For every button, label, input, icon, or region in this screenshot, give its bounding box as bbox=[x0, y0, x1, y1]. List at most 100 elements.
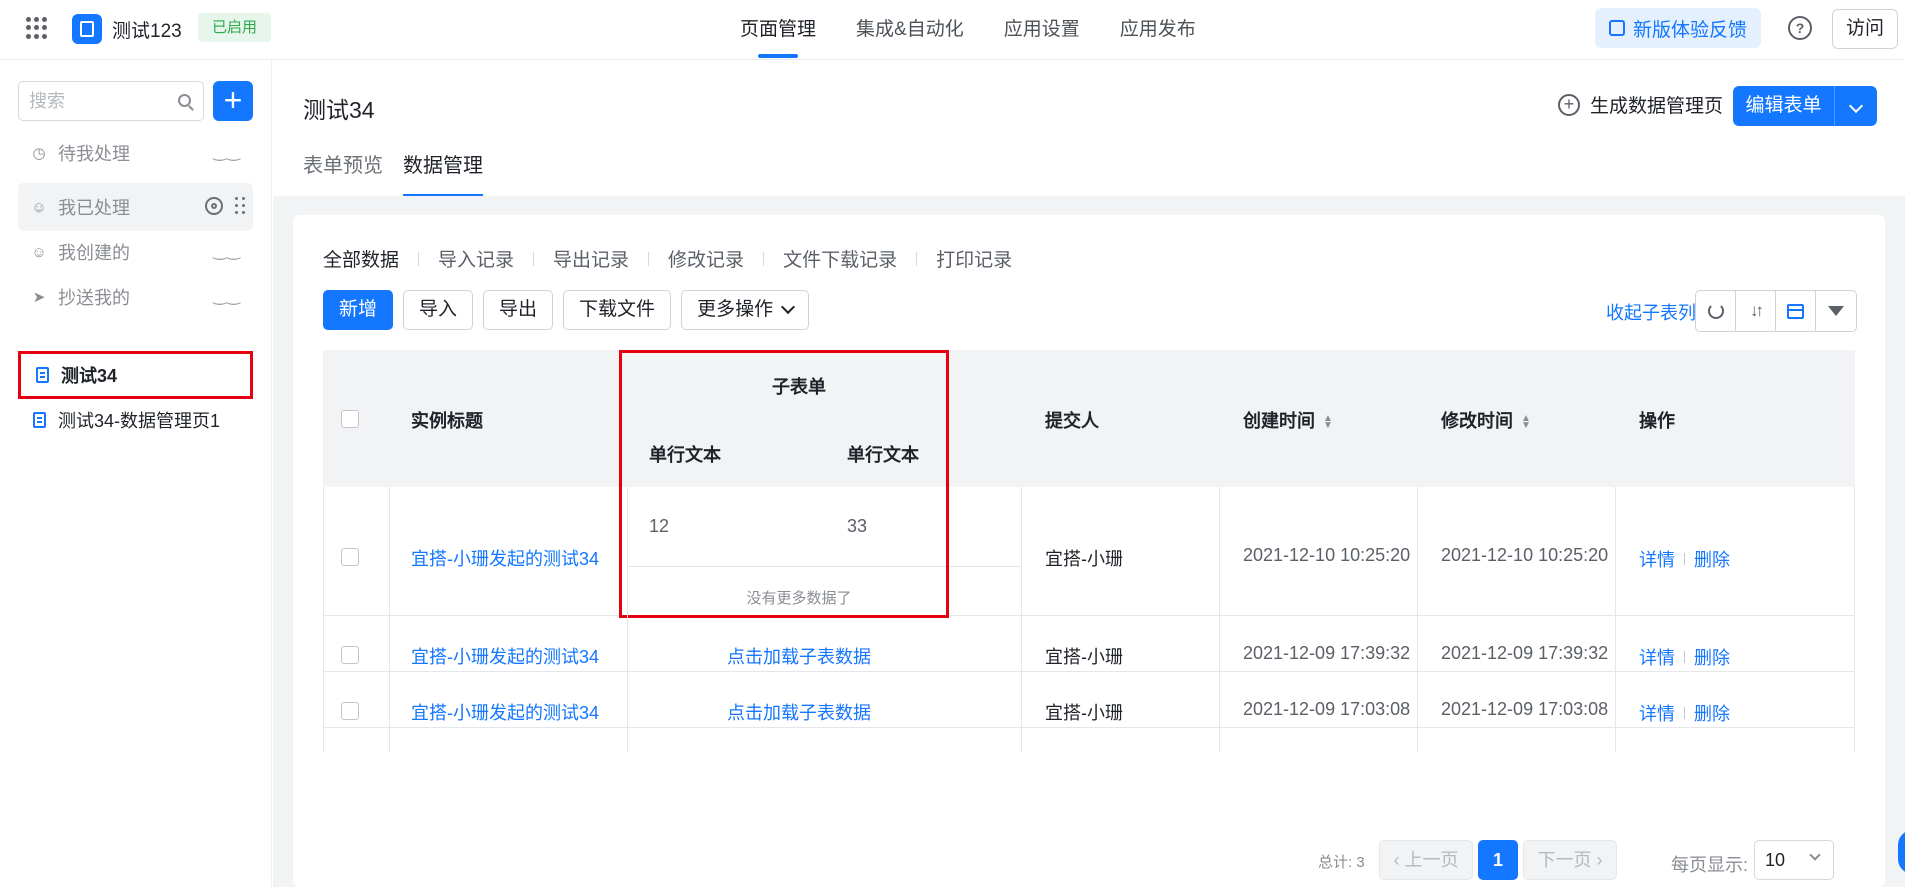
sidebar-item-cc[interactable]: ➤ 抄送我的 ‿‿ bbox=[18, 273, 253, 321]
load-subform-link[interactable]: 点击加载子表数据 bbox=[727, 643, 871, 669]
divider bbox=[1684, 651, 1685, 663]
divider bbox=[533, 251, 535, 266]
top-bar: 测试123 已启用 页面管理 集成&自动化 应用设置 应用发布 新版体验反馈 ?… bbox=[0, 0, 1905, 60]
chevron-down-icon bbox=[781, 299, 796, 315]
subtab-import-records[interactable]: 导入记录 bbox=[438, 245, 514, 272]
edit-form-dropdown[interactable] bbox=[1835, 95, 1877, 117]
row-title-link[interactable]: 宜搭-小珊发起的测试34 bbox=[411, 545, 599, 571]
refresh-icon bbox=[1707, 303, 1724, 319]
filter-button[interactable] bbox=[1816, 291, 1856, 331]
subtab-export-records[interactable]: 导出记录 bbox=[553, 245, 629, 272]
more-actions-button[interactable]: 更多操作 bbox=[681, 290, 810, 330]
divider bbox=[648, 251, 650, 266]
refresh-button[interactable] bbox=[1696, 291, 1736, 331]
sidebar-item-done[interactable]: ☺ 我已处理 bbox=[18, 183, 253, 231]
collapse-subform-columns-link[interactable]: 收起子表列 bbox=[1606, 299, 1696, 325]
sidebar-search-input[interactable] bbox=[19, 82, 169, 120]
divider bbox=[763, 251, 765, 266]
col-header-modified[interactable]: 修改时间 ▲ ▼ bbox=[1441, 407, 1531, 433]
edit-form-button[interactable]: 编辑表单 bbox=[1733, 86, 1877, 126]
subform-highlight-box bbox=[619, 350, 949, 618]
page-1-button[interactable]: 1 bbox=[1478, 840, 1518, 880]
data-page-icon bbox=[30, 411, 48, 429]
sort-button[interactable]: ↓↑ bbox=[1736, 291, 1776, 331]
select-all-checkbox[interactable] bbox=[341, 410, 359, 428]
eye-closed-icon[interactable]: ‿‿ bbox=[213, 241, 241, 261]
eye-closed-icon[interactable]: ‿‿ bbox=[213, 142, 241, 162]
subtab-all-data[interactable]: 全部数据 bbox=[323, 245, 399, 272]
top-nav-integration[interactable]: 集成&自动化 bbox=[856, 0, 964, 60]
generate-data-page-button[interactable]: + 生成数据管理页 bbox=[1558, 91, 1723, 118]
app-grid-icon[interactable] bbox=[26, 17, 48, 39]
prev-page-button[interactable]: ‹ 上一页 bbox=[1379, 840, 1473, 880]
sort-icon: ↓↑ bbox=[1750, 301, 1764, 320]
subtab-print-records[interactable]: 打印记录 bbox=[936, 245, 1012, 272]
chevron-down-icon bbox=[1809, 849, 1821, 861]
top-nav: 页面管理 集成&自动化 应用设置 应用发布 bbox=[740, 0, 1236, 60]
sidebar-item-created[interactable]: ☺ 我创建的 ‿‿ bbox=[18, 228, 253, 276]
col-header-created[interactable]: 创建时间 ▲ ▼ bbox=[1243, 407, 1333, 433]
export-button[interactable]: 导出 bbox=[483, 290, 554, 330]
delete-link[interactable]: 删除 bbox=[1694, 644, 1730, 670]
row-checkbox[interactable] bbox=[341, 646, 359, 664]
table-tools: ↓↑ bbox=[1695, 290, 1857, 332]
add-record-button[interactable]: 新增 bbox=[323, 290, 394, 330]
subtab-modify-records[interactable]: 修改记录 bbox=[668, 245, 744, 272]
feedback-button[interactable]: 新版体验反馈 bbox=[1595, 8, 1761, 48]
add-page-button[interactable]: + bbox=[213, 81, 253, 121]
divider bbox=[916, 251, 918, 266]
sort-caret-icon[interactable]: ▲ ▼ bbox=[1521, 414, 1531, 431]
tab-form-preview[interactable]: 表单预览 bbox=[303, 149, 383, 196]
row-title-link[interactable]: 宜搭-小珊发起的测试34 bbox=[411, 643, 599, 669]
sort-caret-icon[interactable]: ▲ ▼ bbox=[1323, 414, 1333, 431]
prev-page-label: 上一页 bbox=[1404, 850, 1459, 870]
data-subtabs: 全部数据 导入记录 导出记录 修改记录 文件下载记录 打印记录 bbox=[323, 245, 1012, 272]
import-button[interactable]: 导入 bbox=[403, 290, 474, 330]
app-name[interactable]: 测试123 bbox=[112, 16, 182, 43]
delete-link[interactable]: 删除 bbox=[1694, 700, 1730, 726]
filter-icon bbox=[1828, 306, 1844, 316]
sidebar-item-test34[interactable]: 测试34 bbox=[18, 351, 253, 399]
edit-form-label[interactable]: 编辑表单 bbox=[1733, 86, 1835, 126]
top-nav-app-publish[interactable]: 应用发布 bbox=[1120, 0, 1196, 60]
page-size-label: 每页显示: bbox=[1671, 855, 1749, 875]
row-title-link[interactable]: 宜搭-小珊发起的测试34 bbox=[411, 699, 599, 725]
drag-handle-icon[interactable] bbox=[235, 197, 245, 215]
layout-settings-button[interactable] bbox=[1776, 291, 1816, 331]
download-files-button[interactable]: 下载文件 bbox=[563, 290, 672, 330]
detail-link[interactable]: 详情 bbox=[1639, 644, 1675, 670]
plus-circle-icon: + bbox=[1558, 93, 1580, 116]
form-doc-icon bbox=[33, 366, 51, 384]
page-size-select[interactable]: 10 bbox=[1754, 840, 1834, 880]
app-logo-icon bbox=[72, 14, 102, 44]
load-subform-link[interactable]: 点击加载子表数据 bbox=[727, 699, 871, 725]
sidebar-item-test34-data-page[interactable]: 测试34-数据管理页1 bbox=[18, 396, 253, 444]
page-size-value: 10 bbox=[1765, 850, 1786, 870]
submitter-cell: 宜搭-小珊 bbox=[1045, 549, 1123, 569]
row-actions: 详情 删除 bbox=[1639, 700, 1730, 726]
gear-icon[interactable] bbox=[205, 197, 223, 215]
eye-closed-icon[interactable]: ‿‿ bbox=[213, 286, 241, 306]
sidebar-item-label: 测试34-数据管理页1 bbox=[58, 411, 221, 431]
row-actions: 详情 删除 bbox=[1639, 644, 1730, 670]
search-icon[interactable] bbox=[178, 94, 191, 107]
help-icon[interactable]: ? bbox=[1788, 16, 1812, 40]
row-checkbox[interactable] bbox=[341, 548, 359, 566]
chevron-down-icon bbox=[1848, 98, 1864, 114]
row-checkbox[interactable] bbox=[341, 702, 359, 720]
subtab-file-download-records[interactable]: 文件下载记录 bbox=[783, 245, 897, 272]
col-header-modified-label: 修改时间 bbox=[1441, 411, 1513, 431]
delete-link[interactable]: 删除 bbox=[1694, 546, 1730, 572]
next-page-button[interactable]: 下一页 › bbox=[1523, 840, 1617, 880]
tab-data-management[interactable]: 数据管理 bbox=[403, 149, 483, 196]
detail-link[interactable]: 详情 bbox=[1639, 700, 1675, 726]
top-nav-app-settings[interactable]: 应用设置 bbox=[1004, 0, 1080, 60]
sidebar-item-label: 我创建的 bbox=[58, 243, 130, 263]
sidebar-item-label: 测试34 bbox=[61, 366, 118, 386]
sidebar-item-todo[interactable]: ◷ 待我处理 ‿‿ bbox=[18, 129, 253, 177]
table-header: 实例标题 子表单 单行文本 单行文本 提交人 创建时间 ▲ ▼ 修改时间 ▲ ▼ 操作 bbox=[323, 350, 1855, 487]
top-nav-page-management[interactable]: 页面管理 bbox=[740, 0, 816, 60]
visit-button[interactable]: 访问 bbox=[1832, 9, 1898, 49]
generate-data-page-label: 生成数据管理页 bbox=[1590, 96, 1724, 117]
detail-link[interactable]: 详情 bbox=[1639, 546, 1675, 572]
